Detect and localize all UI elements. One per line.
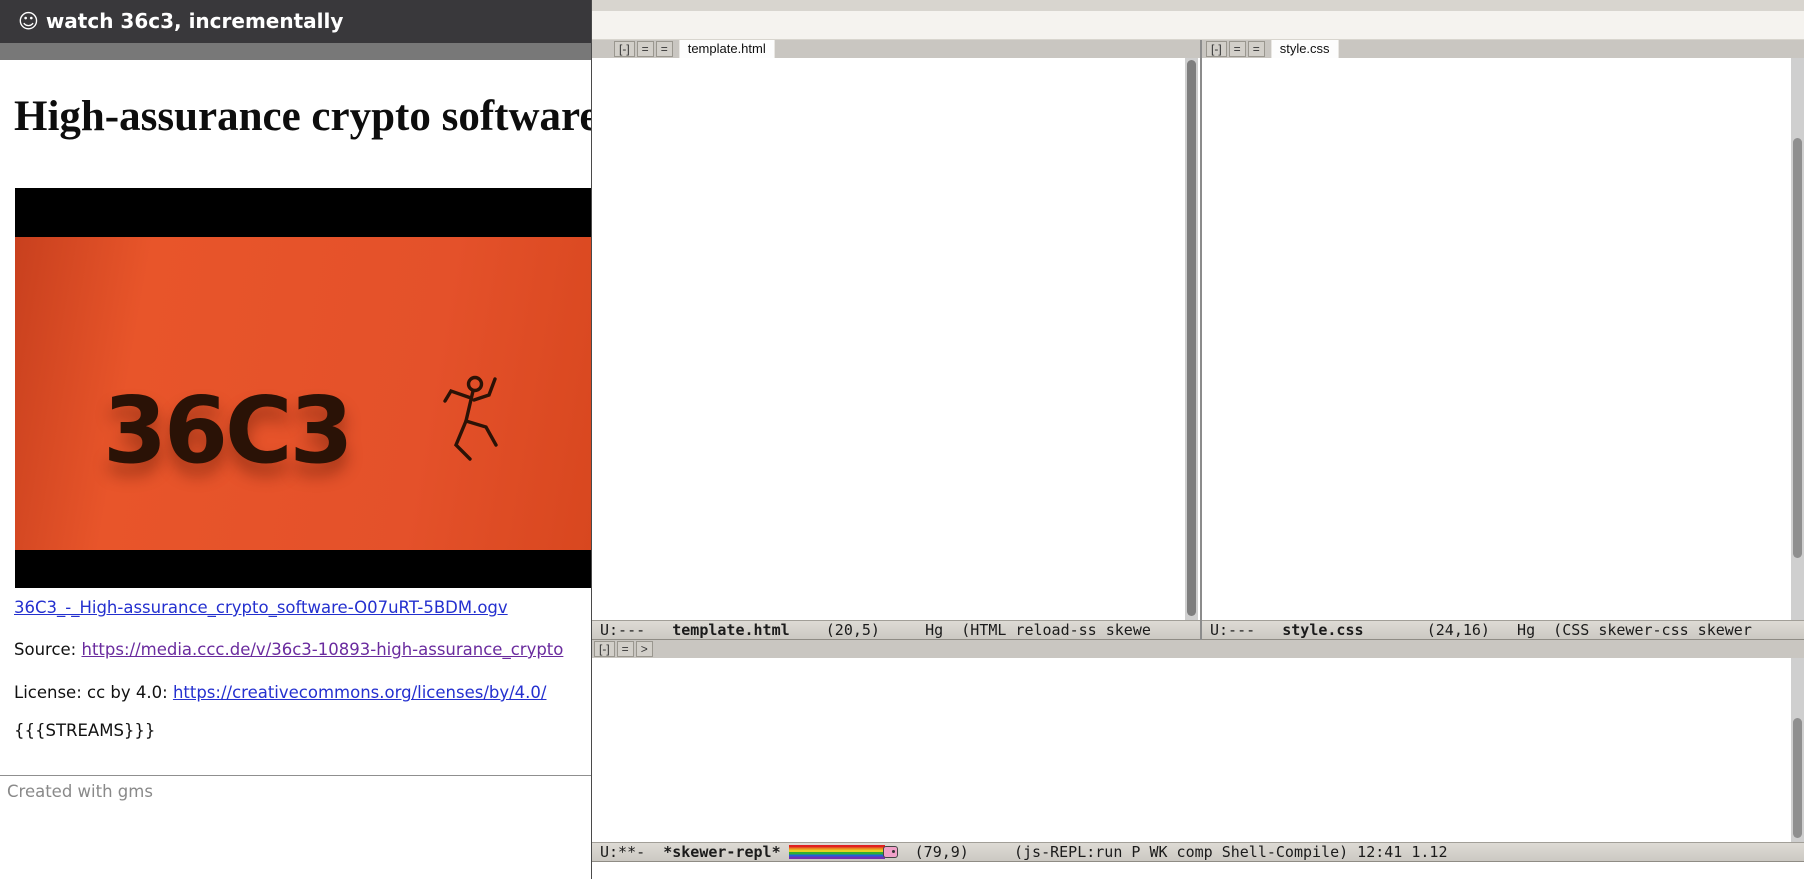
page-h1-banner: ☺ watch 36c3, incrementally bbox=[0, 0, 591, 43]
tabline-scroll-left-button[interactable]: = bbox=[637, 41, 654, 57]
scrollbar-repl[interactable] bbox=[1791, 658, 1804, 842]
tabline-style: [-] = = style.css bbox=[1202, 40, 1804, 58]
source-label: Source: bbox=[14, 640, 81, 659]
stick-figure-icon bbox=[435, 367, 507, 471]
tab-template-html[interactable]: template.html bbox=[679, 40, 775, 58]
tabline-scroll-right-button[interactable]: = bbox=[656, 41, 673, 57]
emacs-frame: [-] = = template.html U:--- template.htm… bbox=[591, 0, 1804, 879]
source-row: Source: https://media.ccc.de/v/36c3-1089… bbox=[14, 640, 563, 659]
window-template-html: [-] = = template.html U:--- template.htm… bbox=[592, 40, 1200, 640]
video-frame: 36C3 bbox=[15, 237, 591, 550]
buffer-template-html[interactable] bbox=[615, 60, 1182, 620]
ogv-file-link[interactable]: 36C3_-_High-assurance_crypto_software-O0… bbox=[14, 598, 508, 617]
page-footer: Created with gms bbox=[0, 775, 591, 801]
tabline-minimize-button[interactable]: [-] bbox=[1206, 41, 1227, 57]
tab-style-css[interactable]: style.css bbox=[1271, 40, 1339, 58]
window-style-css: [-] = = style.css U:--- style.css (24,16… bbox=[1202, 40, 1804, 640]
scrollbar-style[interactable] bbox=[1791, 58, 1804, 620]
tabline-scroll-right-button[interactable]: > bbox=[636, 641, 653, 657]
source-link[interactable]: https://media.ccc.de/v/36c3-10893-high-a… bbox=[81, 640, 563, 659]
page-heading: High-assurance crypto software bbox=[14, 92, 591, 141]
scrollbar-template[interactable] bbox=[1185, 58, 1198, 620]
emacs-titlebar-strip bbox=[592, 0, 1804, 11]
streams-placeholder: {{{STREAMS}}} bbox=[14, 721, 155, 740]
emacs-menu-bar bbox=[592, 11, 1804, 40]
video-player[interactable]: 36C3 bbox=[15, 188, 591, 588]
screen: ☺ watch 36c3, incrementally High-assuran… bbox=[0, 0, 1804, 879]
modeline-style: U:--- style.css (24,16) Hg (CSS skewer-c… bbox=[1202, 620, 1804, 640]
echo-area[interactable] bbox=[592, 862, 1804, 879]
smiley-icon-and-title: ☺ watch 36c3, incrementally bbox=[18, 9, 343, 33]
tabline-minimize-button[interactable]: [-] bbox=[594, 641, 615, 657]
tabline-minimize-button[interactable]: [-] bbox=[614, 41, 635, 57]
modeline-template: U:--- template.html (20,5) Hg (HTML relo… bbox=[592, 620, 1200, 640]
license-link[interactable]: https://creativecommons.org/licenses/by/… bbox=[173, 683, 547, 702]
window-skewer-repl: [-] = > U:**- *skewer-repl* (79,9) (js-R… bbox=[592, 640, 1804, 862]
buffer-skewer-repl[interactable] bbox=[596, 663, 1786, 839]
after-title-strip bbox=[0, 43, 591, 60]
browser-window: ☺ watch 36c3, incrementally High-assuran… bbox=[0, 0, 591, 879]
video-file-link-row: 36C3_-_High-assurance_crypto_software-O0… bbox=[14, 598, 508, 617]
tabline-scroll-right-button[interactable]: = bbox=[1248, 41, 1265, 57]
36c3-logo: 36C3 bbox=[103, 377, 351, 484]
tabline-scroll-left-button[interactable]: = bbox=[1229, 41, 1246, 57]
tabline-scroll-left-button[interactable]: = bbox=[617, 641, 634, 657]
tabline-template: [-] = = template.html bbox=[592, 40, 1200, 58]
tabline-repl: [-] = > bbox=[592, 640, 1804, 658]
buffer-style-css[interactable] bbox=[1212, 60, 1787, 620]
nyan-cat-mode-line-graphic bbox=[789, 844, 898, 860]
license-label: License: cc by 4.0: bbox=[14, 683, 173, 702]
license-row: License: cc by 4.0: https://creativecomm… bbox=[14, 683, 546, 702]
modeline-repl: U:**- *skewer-repl* (79,9) (js-REPL:run … bbox=[592, 842, 1804, 862]
